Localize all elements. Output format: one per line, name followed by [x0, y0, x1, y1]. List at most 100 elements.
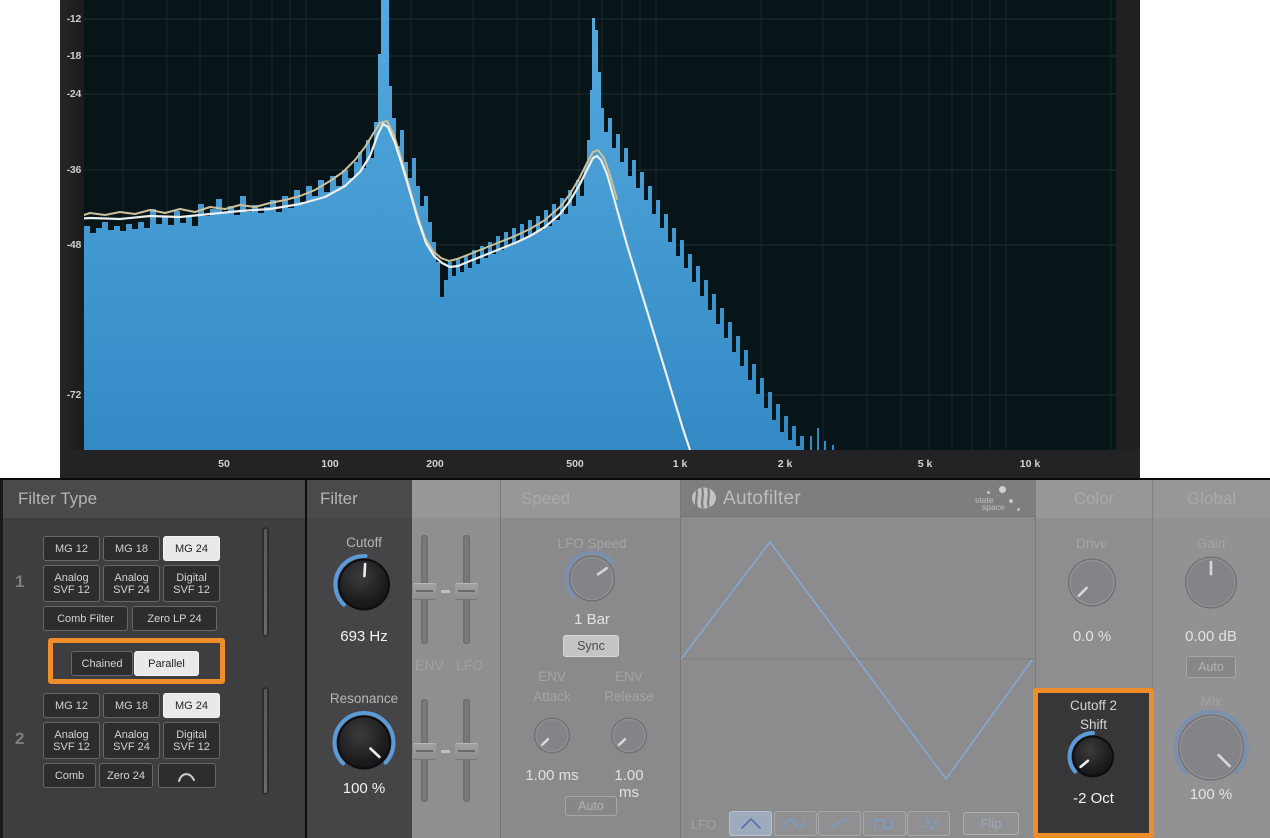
filter-mod-section: ENV LFO — [412, 480, 500, 838]
db-tick-label: -12 — [67, 13, 81, 25]
mix-label: Mix — [1201, 694, 1222, 709]
flip-button[interactable]: Flip — [963, 812, 1019, 835]
speed-header: Speed — [501, 480, 680, 518]
cutoff-label: Cutoff — [346, 535, 382, 550]
resonance-value: 100 % — [343, 780, 386, 797]
filter-bank2-lowpass-curve-icon[interactable] — [158, 763, 216, 788]
env-mod-label: ENV — [415, 657, 444, 673]
env-release-label: ENV Release — [604, 667, 654, 707]
speed-section: Speed LFO Speed 1 Bar Sync ENV Attack EN… — [500, 480, 680, 838]
freq-tick-label: 1 k — [673, 458, 688, 470]
cutoff-value: 693 Hz — [340, 628, 388, 645]
lfo1-slider-handle[interactable] — [455, 583, 478, 600]
cutoff2-value: -2 Oct — [1038, 790, 1149, 807]
freq-tick-label: 5 k — [918, 458, 933, 470]
random-steps-icon — [917, 816, 941, 831]
speed-auto-button[interactable]: Auto — [565, 796, 617, 816]
sine-wave-icon — [783, 816, 807, 831]
color-title: Color — [1074, 489, 1115, 509]
lowpass-curve-icon — [177, 769, 197, 783]
filter-bank1-digital-svf-12[interactable]: Digital SVF 12 — [163, 565, 220, 602]
cutoff-knob[interactable] — [333, 554, 395, 621]
filter-title: Filter — [320, 489, 358, 509]
filter-bank1-mg-12[interactable]: MG 12 — [43, 536, 100, 561]
color-header: Color — [1036, 480, 1152, 518]
resonance-label: Resonance — [330, 691, 398, 706]
db-tick-label: -72 — [67, 389, 81, 401]
filter-bank2-mg-24[interactable]: MG 24 — [163, 693, 220, 718]
global-section: Global Gain 0.00 dB Auto Mix 100 % — [1152, 480, 1270, 838]
filter-bank2-analog-svf-24[interactable]: Analog SVF 24 — [103, 722, 160, 759]
cutoff2-shift-knob[interactable] — [1067, 731, 1119, 788]
autofilter-header: Autofilter state space — [681, 480, 1035, 517]
filter-bank2-analog-svf-12[interactable]: Analog SVF 12 — [43, 722, 100, 759]
filter2-row-label: 2 — [15, 729, 24, 749]
filter-bank1-mg-24[interactable]: MG 24 — [163, 536, 220, 561]
mod2-dash — [441, 750, 450, 753]
lfo-speed-value: 1 Bar — [574, 611, 610, 628]
cutoff2-highlight-box: Cutoff 2 Shift -2 Oct — [1033, 688, 1154, 838]
autofilter-panel: Autofilter state space LFO Flip — [680, 480, 1035, 838]
freq-tick-label: 100 — [321, 458, 339, 470]
state-space-logo: state space — [969, 484, 1021, 514]
mod1-dash — [441, 590, 450, 593]
lfo-speed-label: LFO Speed — [557, 536, 626, 551]
filter-bank2-zero-24[interactable]: Zero 24 — [99, 763, 153, 788]
global-auto-button[interactable]: Auto — [1186, 656, 1236, 678]
filter-bank2-mg-12[interactable]: MG 12 — [43, 693, 100, 718]
lfo-shape-random-steps-icon[interactable] — [907, 811, 950, 836]
square-wave-icon — [872, 816, 896, 831]
autofilter-plugin-window: { "chart_data": { "type": "area", "title… — [0, 0, 1270, 838]
filter1-spread-slider[interactable] — [262, 527, 269, 637]
db-tick-label: -36 — [67, 164, 81, 176]
lfo-speed-knob[interactable] — [564, 551, 620, 612]
env1-slider-handle[interactable] — [413, 583, 436, 600]
filter-bank1-comb-filter[interactable]: Comb Filter — [43, 606, 128, 631]
filter-bank1-mg-18[interactable]: MG 18 — [103, 536, 160, 561]
filter-bank1-analog-svf-24[interactable]: Analog SVF 24 — [103, 565, 160, 602]
freq-tick-label: 500 — [566, 458, 584, 470]
lfo-mod-label: LFO — [456, 657, 483, 673]
mix-knob[interactable] — [1173, 710, 1249, 791]
env2-slider-handle[interactable] — [413, 743, 436, 760]
env-attack-label: ENV Attack — [533, 667, 571, 707]
filter-bank2-comb[interactable]: Comb — [43, 763, 96, 788]
spectrum-plot — [60, 0, 1116, 450]
filter-bank1-zero-lp-24[interactable]: Zero LP 24 — [132, 606, 217, 631]
env-release-knob[interactable] — [606, 713, 652, 764]
lfo-shape-triangle-wave-icon[interactable] — [729, 811, 772, 836]
cutoff2-label-line1: Cutoff 2 — [1038, 698, 1149, 713]
filter-type-header: Filter Type — [3, 480, 305, 518]
filter-bank1-analog-svf-12[interactable]: Analog SVF 12 — [43, 565, 100, 602]
db-axis: -12-18-24-36-48-72 — [60, 0, 84, 450]
gain-knob[interactable] — [1180, 552, 1242, 619]
freq-tick-label: 2 k — [778, 458, 793, 470]
ramp-wave-icon — [828, 816, 852, 831]
drive-knob[interactable] — [1063, 554, 1121, 617]
spectrum-analyzer: -12-18-24-36-48-72 501002005001 k2 k5 k1… — [60, 0, 1140, 478]
drive-label: Drive — [1076, 536, 1108, 551]
resonance-knob[interactable] — [332, 711, 396, 780]
lfo2-slider-handle[interactable] — [455, 743, 478, 760]
frequency-axis: 501002005001 k2 k5 k10 k — [60, 450, 1140, 478]
lfo-shape-sine-wave-icon[interactable] — [774, 811, 817, 836]
freq-tick-label: 50 — [218, 458, 230, 470]
lfo-shape-ramp-wave-icon[interactable] — [818, 811, 861, 836]
mix-value: 100 % — [1190, 786, 1233, 803]
sync-button[interactable]: Sync — [563, 635, 619, 657]
lfo-shape-square-wave-icon[interactable] — [863, 811, 906, 836]
drive-value: 0.0 % — [1073, 628, 1111, 645]
global-header: Global — [1153, 480, 1270, 518]
mode-toggle-highlight — [48, 638, 225, 684]
filter-mod-header — [412, 480, 500, 518]
filter2-spread-slider[interactable] — [262, 687, 269, 795]
filter-type-section: Filter Type 1 2 MG 12MG 18MG 24Analog SV… — [0, 480, 305, 838]
env-attack-knob[interactable] — [529, 713, 575, 764]
gain-value: 0.00 dB — [1185, 628, 1237, 645]
db-tick-label: -24 — [67, 88, 81, 100]
filter-bank2-mg-18[interactable]: MG 18 — [103, 693, 160, 718]
presonus-logo — [691, 487, 717, 509]
lfo-row-label: LFO — [691, 817, 716, 832]
freq-tick-label: 200 — [426, 458, 444, 470]
filter-bank2-digital-svf-12[interactable]: Digital SVF 12 — [163, 722, 220, 759]
